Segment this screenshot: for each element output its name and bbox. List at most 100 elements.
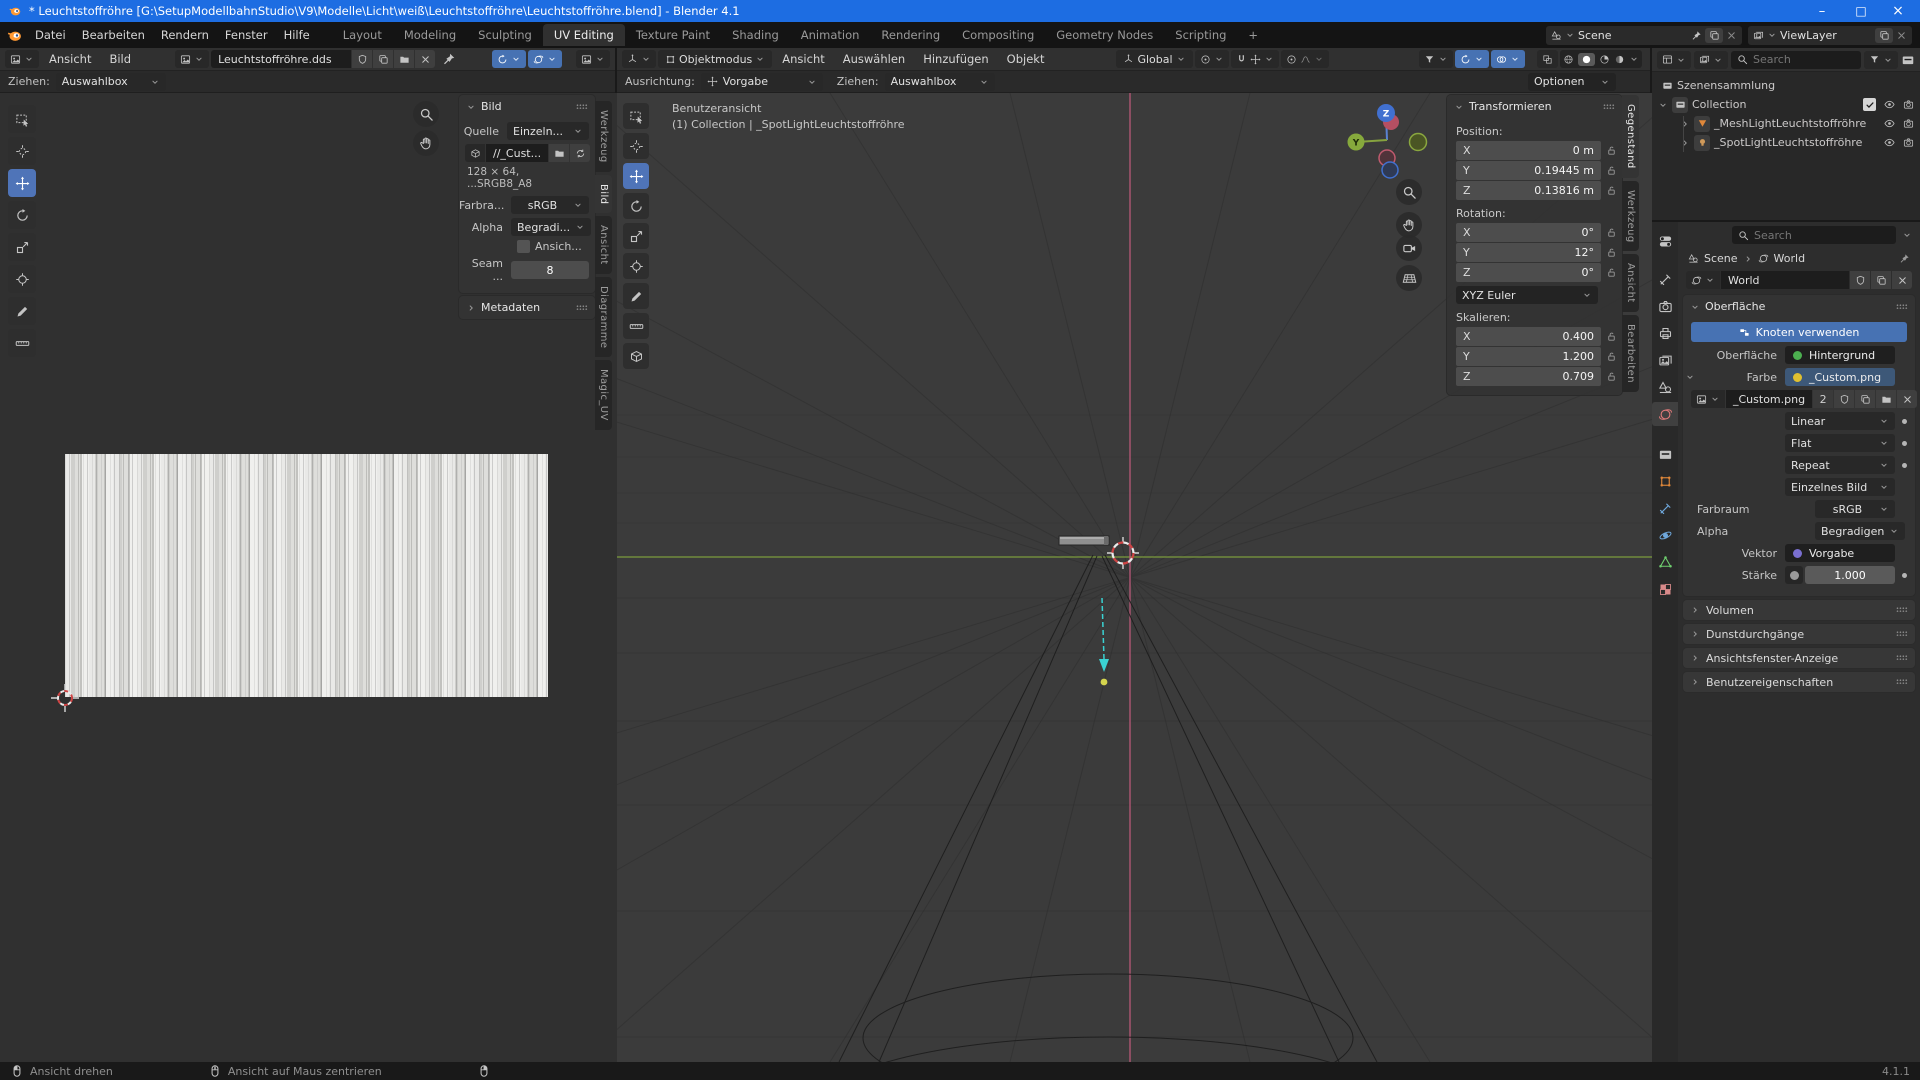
tab-view-layer[interactable] xyxy=(1652,348,1678,372)
uv-2d-cursor[interactable] xyxy=(51,684,79,712)
shading-solid-icon[interactable] xyxy=(1578,52,1595,66)
lock-open-icon[interactable] xyxy=(1606,185,1617,196)
eye-icon[interactable] xyxy=(1884,118,1895,129)
menu-datei[interactable]: Datei xyxy=(27,28,74,42)
camera-view-button[interactable] xyxy=(1396,235,1422,261)
rotation-x-field[interactable]: X 0° xyxy=(1456,223,1601,242)
world-browse-dropdown[interactable] xyxy=(1686,271,1720,289)
lock-open-icon[interactable] xyxy=(1606,227,1617,238)
menu-rendern[interactable]: Rendern xyxy=(153,28,217,42)
scale-z-field[interactable]: Z 0.709 xyxy=(1456,367,1601,386)
menu-hinzufuegen[interactable]: Hinzufügen xyxy=(915,52,996,66)
position-x-field[interactable]: X0 m xyxy=(1456,141,1601,160)
new-scene-button[interactable] xyxy=(1705,27,1723,43)
tool-scale[interactable] xyxy=(623,223,649,249)
unlink-image-button[interactable] xyxy=(1897,390,1918,408)
tab-physics[interactable] xyxy=(1652,523,1678,547)
scale-x-field[interactable]: X 0.400 xyxy=(1456,327,1601,346)
editor-type-dropdown[interactable] xyxy=(622,50,656,68)
drag-mode-dropdown[interactable]: Auswahlbox xyxy=(884,72,995,91)
uv-canvas[interactable]: Bild Quelle Einzeln... //_Cust... 128 × 6… xyxy=(0,93,617,1062)
editor-type-dropdown[interactable] xyxy=(1657,50,1691,69)
tab-shading[interactable]: Shading xyxy=(721,24,790,46)
tab-world[interactable] xyxy=(1652,402,1678,426)
chevron-down-icon[interactable] xyxy=(1902,230,1912,240)
tab-bearbeiten[interactable]: Bearbeiten xyxy=(1622,315,1639,393)
camera-icon[interactable] xyxy=(1903,118,1914,129)
lock-open-icon[interactable] xyxy=(1606,145,1617,156)
close-icon[interactable] xyxy=(1896,30,1907,41)
rotation-z-field[interactable]: Z 0° xyxy=(1456,263,1601,282)
filter-dropdown[interactable] xyxy=(1864,50,1898,69)
tool-rotate[interactable] xyxy=(8,201,36,229)
pin-icon[interactable] xyxy=(442,52,456,66)
tool-measure[interactable] xyxy=(623,313,649,339)
tool-transform[interactable] xyxy=(8,265,36,293)
tab-modifiers[interactable] xyxy=(1652,496,1678,520)
colorspace-dropdown[interactable]: sRGB xyxy=(1815,500,1895,518)
chevron-right-icon[interactable] xyxy=(1680,119,1690,129)
tool-scale[interactable] xyxy=(8,233,36,261)
custom-properties-panel[interactable]: Benutzereigenschaften xyxy=(1683,672,1915,692)
use-nodes-button[interactable]: Knoten verwenden xyxy=(1691,322,1907,342)
tab-magic-uv[interactable]: Magic_UV xyxy=(595,360,612,430)
fake-user-toggle[interactable] xyxy=(1850,271,1870,289)
vector-input-button[interactable]: Vorgabe xyxy=(1785,544,1895,562)
tab-layout[interactable]: Layout xyxy=(332,24,393,46)
tab-ansicht[interactable]: Ansicht xyxy=(1622,254,1639,313)
new-viewlayer-button[interactable] xyxy=(1875,27,1893,43)
menu-hilfe[interactable]: Hilfe xyxy=(276,28,318,42)
tool-add-cube[interactable] xyxy=(623,343,649,369)
tab-werkzeug[interactable]: Werkzeug xyxy=(595,101,612,172)
view-as-render-checkbox[interactable] xyxy=(517,240,530,253)
tab-texture-paint[interactable]: Texture Paint xyxy=(625,24,721,46)
show-gizmo-dropdown[interactable] xyxy=(1455,50,1489,68)
editor-type-dropdown[interactable] xyxy=(5,50,39,68)
open-image-button[interactable] xyxy=(1876,390,1897,408)
tab-tool[interactable] xyxy=(1652,267,1678,291)
tab-bild[interactable]: Bild xyxy=(595,174,612,214)
color-input-button[interactable]: _Custom.png xyxy=(1785,368,1895,386)
maximize-button[interactable]: □ xyxy=(1845,4,1877,18)
menu-bild[interactable]: Bild xyxy=(101,52,139,66)
tab-geometry-nodes[interactable]: Geometry Nodes xyxy=(1045,24,1164,46)
drag-mode-dropdown[interactable]: Auswahlbox xyxy=(55,72,166,91)
chevron-right-icon[interactable] xyxy=(1680,138,1690,148)
tab-rendering[interactable]: Rendering xyxy=(870,24,951,46)
proportional-edit-dropdown[interactable] xyxy=(1280,50,1329,68)
users-count-button[interactable]: 2 xyxy=(1813,390,1834,408)
tab-uv-editing[interactable]: UV Editing xyxy=(542,24,625,46)
tool-measure[interactable] xyxy=(8,329,36,357)
tab-gegenstand[interactable]: Gegenstand xyxy=(1622,95,1639,178)
tab-modeling[interactable]: Modeling xyxy=(393,24,467,46)
show-overlays-dropdown[interactable] xyxy=(1491,50,1525,68)
tab-ansicht[interactable]: Ansicht xyxy=(595,216,612,274)
outliner-row-meshlight[interactable]: _MeshLightLeuchtstoffröhre xyxy=(1658,114,1914,133)
image-name-field[interactable]: Leuchtstoffröhre.dds xyxy=(211,50,352,68)
tool-cursor[interactable] xyxy=(8,137,36,165)
zoom-button[interactable] xyxy=(413,101,439,127)
xray-toggle[interactable] xyxy=(1537,50,1558,68)
menu-ansicht[interactable]: Ansicht xyxy=(774,52,832,66)
eye-icon[interactable] xyxy=(1884,137,1895,148)
pan-hand-button[interactable] xyxy=(413,130,439,156)
drag-dots-icon[interactable] xyxy=(574,100,588,114)
tab-scene[interactable] xyxy=(1652,375,1678,399)
breadcrumb-scene[interactable]: Scene xyxy=(1704,252,1738,265)
position-z-field[interactable]: Z 0.13816 m xyxy=(1456,181,1601,200)
tab-object[interactable] xyxy=(1652,469,1678,493)
projection-dropdown[interactable]: Flat xyxy=(1785,434,1895,452)
metadata-panel[interactable]: Metadaten xyxy=(459,296,595,319)
position-y-field[interactable]: Y 0.19445 m xyxy=(1456,161,1601,180)
rotation-y-field[interactable]: Y 12° xyxy=(1456,243,1601,262)
shading-wireframe-icon[interactable] xyxy=(1563,54,1574,65)
new-world-button[interactable] xyxy=(1871,271,1891,289)
lock-open-icon[interactable] xyxy=(1606,267,1617,278)
tool-select-box[interactable] xyxy=(623,103,649,129)
chevron-down-icon[interactable] xyxy=(1629,54,1639,64)
tab-collection[interactable] xyxy=(1652,442,1678,466)
transform-panel-header[interactable]: Transformieren xyxy=(1447,95,1622,118)
close-button[interactable]: × xyxy=(1884,3,1912,19)
tool-move[interactable] xyxy=(8,169,36,197)
viewport-display-panel[interactable]: Ansichtsfenster-Anzeige xyxy=(1683,648,1915,668)
